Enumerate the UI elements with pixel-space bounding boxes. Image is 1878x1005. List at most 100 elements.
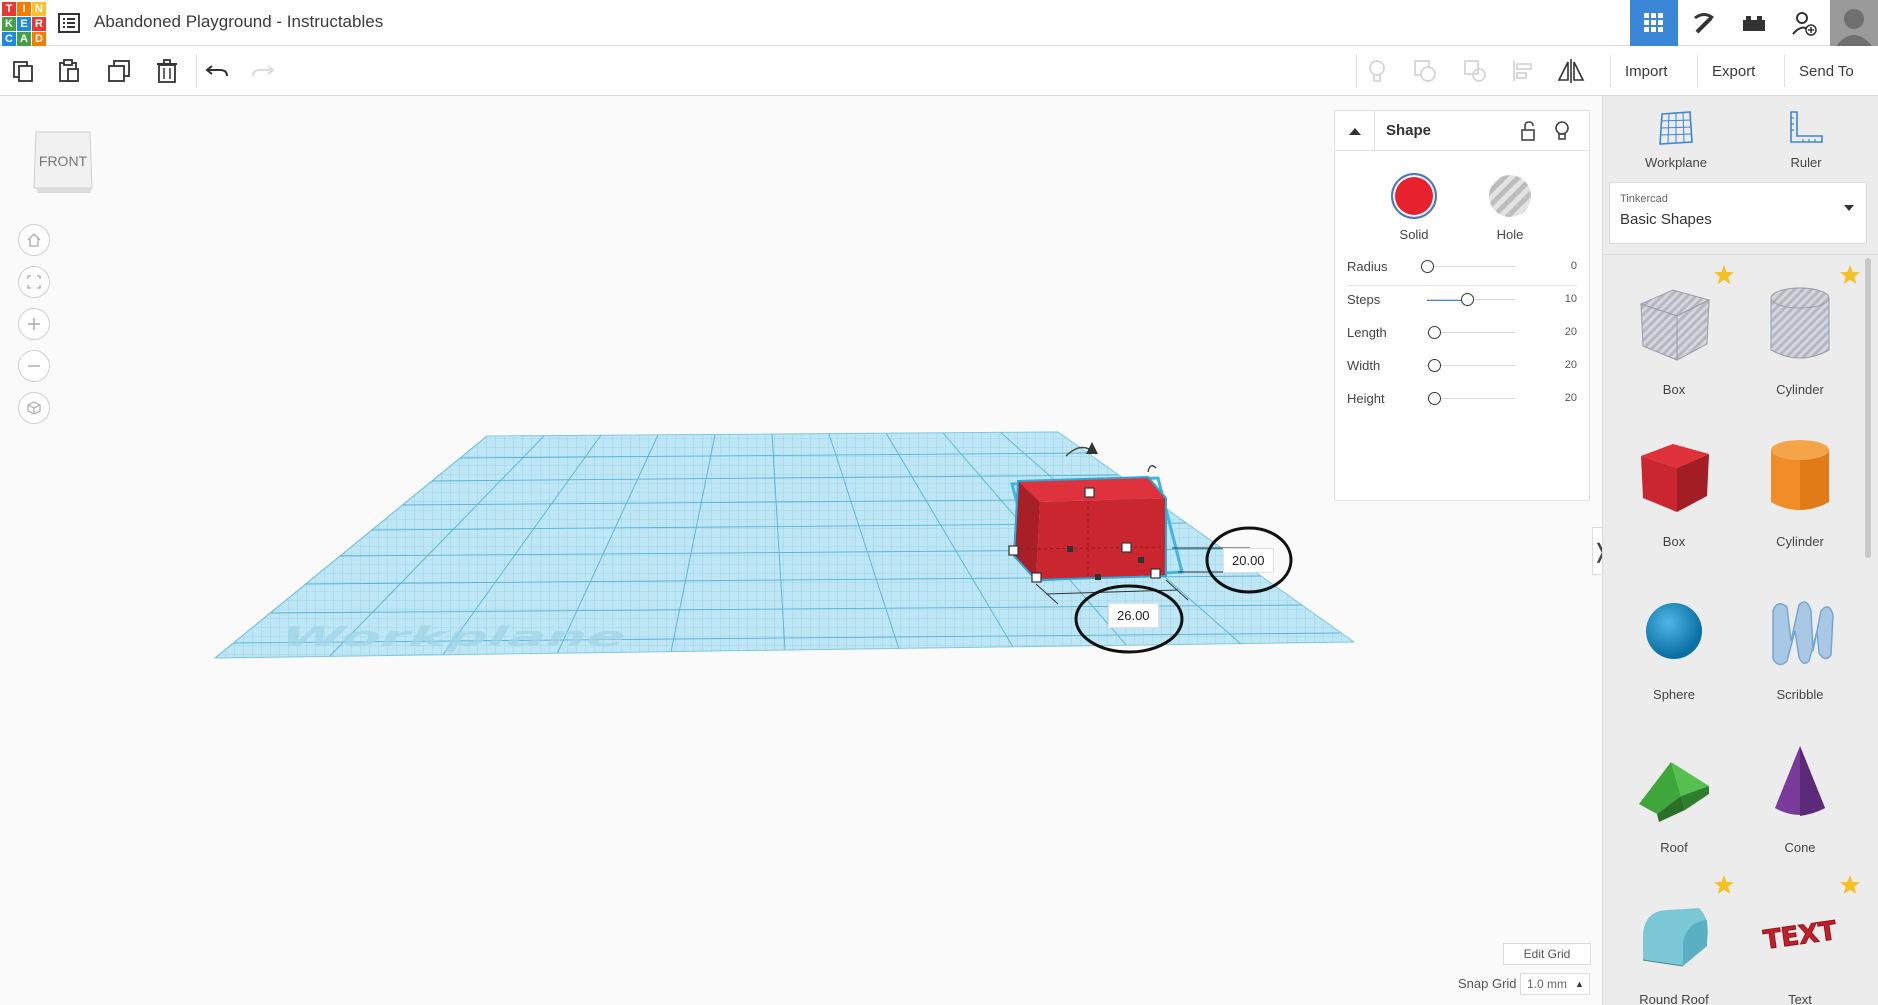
snap-grid-label: Snap Grid — [1458, 976, 1517, 991]
export-button[interactable]: Export — [1697, 55, 1769, 87]
param-slider-knob[interactable] — [1428, 359, 1442, 372]
shape-tile-roof[interactable]: Roof — [1619, 724, 1729, 874]
width-dimension-input[interactable]: 20.00 — [1223, 548, 1274, 573]
logo-letter: K — [2, 17, 16, 31]
favorite-star-icon[interactable] — [1839, 264, 1861, 286]
param-slider-knob[interactable] — [1428, 326, 1442, 339]
snap-grid-select[interactable]: 1.0 mm ▲ — [1520, 973, 1590, 995]
redo-button[interactable] — [248, 56, 278, 86]
duplicate-button[interactable] — [104, 56, 134, 86]
logo-letter: I — [17, 2, 31, 16]
send-to-button[interactable]: Send To — [1784, 55, 1868, 87]
param-value[interactable]: 0 — [1571, 260, 1577, 272]
logo-letter: C — [2, 32, 16, 46]
favorite-star-icon[interactable] — [1713, 874, 1735, 896]
ruler-tool-button[interactable]: Ruler — [1756, 108, 1856, 170]
design-menu-button[interactable] — [56, 10, 82, 36]
hole-label: Hole — [1496, 227, 1524, 242]
favorite-star-icon[interactable] — [1713, 264, 1735, 286]
align-icon — [1513, 61, 1532, 81]
box-shape-icon — [1641, 444, 1709, 512]
shape-tile-scribble[interactable]: Scribble — [1745, 571, 1855, 721]
shape-label: Sphere — [1653, 687, 1695, 702]
workplane-tool-button[interactable]: Workplane — [1626, 108, 1726, 170]
copy-button[interactable] — [8, 56, 38, 86]
round-roof-shape-icon — [1642, 908, 1708, 967]
param-value[interactable]: 20 — [1565, 326, 1577, 338]
shapes-scrollbar[interactable] — [1865, 258, 1871, 558]
favorite-star-icon[interactable] — [1839, 874, 1861, 896]
param-slider-knob[interactable] — [1460, 293, 1474, 306]
inspector-title: Shape — [1386, 122, 1432, 139]
library-name: Basic Shapes — [1620, 211, 1712, 228]
bricks-view-button[interactable] — [1730, 0, 1778, 46]
lock-button[interactable] — [1519, 121, 1537, 146]
shape-tile-cylinder[interactable]: Cylinder — [1745, 418, 1855, 568]
shapes-grid: Box Cylinder Box Cylinder Sphere Scribble Roof… — [1603, 256, 1871, 1005]
blocks-view-button[interactable] — [1680, 0, 1728, 46]
logo-letter: T — [2, 2, 16, 16]
copy-icon — [13, 61, 33, 82]
solid-label: Solid — [1399, 227, 1429, 242]
scribble-shape-icon — [1772, 601, 1834, 666]
param-value[interactable]: 10 — [1565, 293, 1577, 305]
shape-tile-box-hole[interactable]: Box — [1619, 265, 1734, 416]
workplane-watermark: Workplane — [272, 621, 636, 653]
delete-button[interactable] — [152, 56, 182, 86]
param-height: Height 20 — [1347, 389, 1577, 409]
logo-letter: N — [32, 2, 46, 16]
param-slider-knob[interactable] — [1428, 392, 1442, 405]
redo-icon — [252, 65, 275, 77]
user-avatar[interactable] — [1830, 0, 1878, 46]
chevron-up-icon — [1348, 128, 1361, 135]
document-title[interactable]: Abandoned Playground - Instructables — [94, 12, 383, 32]
solid-color-swatch[interactable] — [1391, 173, 1437, 219]
hole-option[interactable]: Hole — [1470, 173, 1550, 242]
shape-tile-cone[interactable]: Cone — [1745, 724, 1855, 874]
show-all-button[interactable] — [1362, 56, 1392, 86]
shape-library-select[interactable]: Tinkercad Basic Shapes — [1609, 182, 1867, 244]
inspector-collapse-button[interactable] — [1335, 111, 1375, 151]
shape-label: Text — [1788, 992, 1812, 1005]
unlock-icon — [1521, 121, 1535, 141]
solid-option[interactable]: Solid — [1374, 173, 1454, 242]
param-value[interactable]: 20 — [1565, 359, 1577, 371]
align-button[interactable] — [1508, 56, 1538, 86]
add-user-icon — [1792, 12, 1817, 36]
param-steps: Steps 10 — [1347, 290, 1577, 310]
ungroup-button[interactable] — [1460, 56, 1490, 86]
3d-design-view-button[interactable] — [1630, 0, 1678, 46]
mirror-button[interactable] — [1556, 56, 1586, 86]
param-slider-knob[interactable] — [1421, 260, 1434, 273]
trash-icon — [157, 59, 177, 83]
group-button[interactable] — [1410, 56, 1440, 86]
param-label: Length — [1347, 325, 1387, 340]
shape-tile-text[interactable]: TEXT Text — [1745, 875, 1860, 1005]
shape-tile-cylinder-hole[interactable]: Cylinder — [1745, 265, 1860, 416]
sphere-shape-icon — [1646, 603, 1702, 659]
top-bar: T I N K E R C A D Abandoned Playground -… — [0, 0, 1878, 46]
workplane-tool-label: Workplane — [1645, 155, 1707, 170]
length-dimension-input[interactable]: 26.00 — [1108, 603, 1159, 628]
tinkercad-logo[interactable]: T I N K E R C A D — [0, 0, 46, 46]
import-button[interactable]: Import — [1610, 55, 1682, 87]
inspector-header: Shape — [1335, 111, 1589, 151]
hide-shape-button[interactable] — [1553, 121, 1571, 146]
shape-tile-round-roof[interactable]: Round Roof — [1619, 875, 1734, 1005]
undo-button[interactable] — [202, 56, 232, 86]
logo-letter: D — [32, 32, 46, 46]
text-shape-icon: TEXT — [1761, 916, 1839, 957]
param-value[interactable]: 20 — [1565, 392, 1577, 404]
param-slider-track[interactable] — [1427, 266, 1515, 267]
invite-user-button[interactable] — [1780, 0, 1828, 46]
paste-button[interactable] — [54, 56, 84, 86]
edit-grid-button[interactable]: Edit Grid — [1503, 943, 1591, 965]
snap-grid-value: 1.0 mm — [1527, 977, 1568, 991]
tinkercad-app: T I N K E R C A D Abandoned Playground -… — [0, 0, 1878, 1005]
hole-swatch[interactable] — [1489, 175, 1531, 217]
box-hole-shape-icon — [1639, 289, 1711, 361]
shape-tile-sphere[interactable]: Sphere — [1619, 571, 1729, 721]
ruler-icon — [1790, 111, 1823, 143]
shape-tile-box[interactable]: Box — [1619, 418, 1729, 568]
param-radius: Radius 0 — [1347, 257, 1577, 277]
